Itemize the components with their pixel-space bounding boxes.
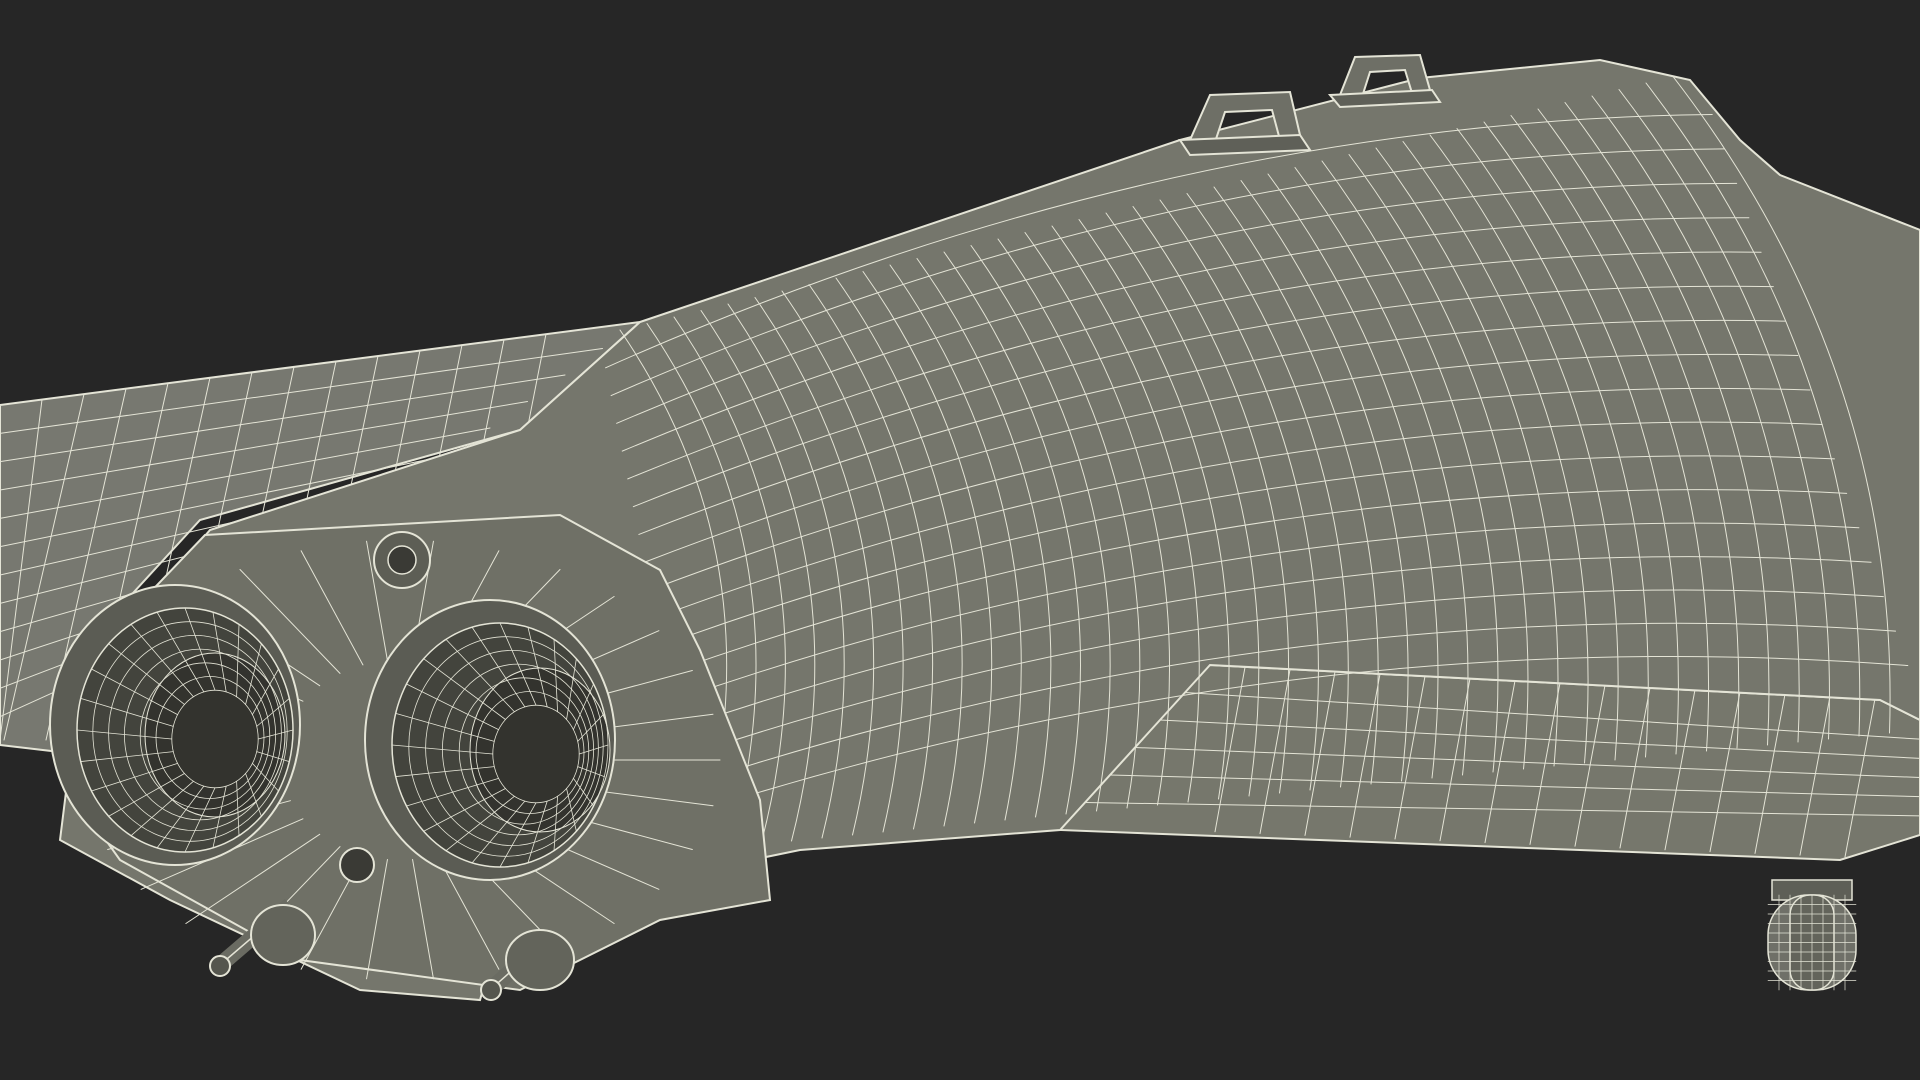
exhaust-nozzle-left	[49, 584, 301, 866]
viewport-render	[0, 0, 1920, 1080]
top-port	[373, 531, 431, 589]
